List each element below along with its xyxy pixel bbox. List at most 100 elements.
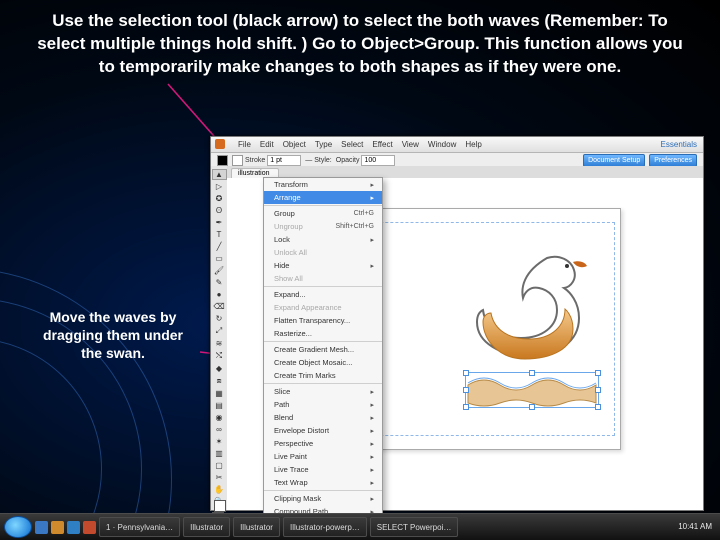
tool-blob-brush[interactable]: ● bbox=[212, 289, 227, 300]
menu-item-expand-appearance: Expand Appearance bbox=[264, 301, 382, 314]
tool-magic-wand[interactable]: ✪ bbox=[212, 193, 227, 204]
taskbar-button[interactable]: SELECT Powerpoi… bbox=[370, 517, 459, 537]
tool-paintbrush[interactable]: 🖌 bbox=[212, 265, 227, 276]
tool-scale[interactable]: ⤢ bbox=[212, 325, 227, 337]
menu-item-perspective[interactable]: Perspective ▸ bbox=[264, 437, 382, 450]
submenu-arrow-icon: ▸ bbox=[370, 479, 374, 487]
menu-item-label: Flatten Transparency... bbox=[274, 316, 350, 325]
menu-item-unlock-all: Unlock All bbox=[264, 246, 382, 259]
tool-free-transform[interactable]: ⤭ bbox=[212, 350, 227, 362]
taskbar-clock: 10:41 AM bbox=[678, 523, 716, 532]
menu-file[interactable]: File bbox=[238, 140, 251, 149]
menu-view[interactable]: View bbox=[402, 140, 419, 149]
menu-item-hide[interactable]: Hide▸ bbox=[264, 259, 382, 272]
menu-item-group[interactable]: GroupCtrl+G bbox=[264, 207, 382, 220]
quicklaunch-icon[interactable] bbox=[83, 521, 96, 534]
tool-gradient[interactable]: ▤ bbox=[212, 400, 227, 411]
menu-item-lock[interactable]: Lock▸ bbox=[264, 233, 382, 246]
tool-direct-selection[interactable]: ▷ bbox=[212, 181, 227, 192]
tool-eyedropper[interactable]: ◉ bbox=[212, 412, 227, 423]
tool-hand[interactable]: ✋ bbox=[212, 484, 227, 495]
tool-slice[interactable]: ✂ bbox=[212, 472, 227, 483]
menu-item-create-object-mosaic-[interactable]: Create Object Mosaic... bbox=[264, 356, 382, 369]
windows-taskbar: 1 · Pennsylvania…IllustratorIllustratorI… bbox=[0, 513, 720, 540]
menu-item-label: Create Object Mosaic... bbox=[274, 358, 352, 367]
menu-item-live-paint[interactable]: Live Paint▸ bbox=[264, 450, 382, 463]
workspace-switcher[interactable]: Essentials bbox=[661, 140, 697, 149]
opacity-input[interactable] bbox=[361, 155, 395, 166]
fill-swatch[interactable] bbox=[217, 155, 228, 166]
menu-item-slice[interactable]: Slice▸ bbox=[264, 385, 382, 398]
tool-width[interactable]: ≋ bbox=[212, 338, 227, 349]
menu-item-clipping-mask[interactable]: Clipping Mask ▸ bbox=[264, 492, 382, 505]
menu-window[interactable]: Window bbox=[428, 140, 456, 149]
swan-artwork[interactable] bbox=[459, 240, 599, 360]
menu-item-blend[interactable]: Blend▸ bbox=[264, 411, 382, 424]
menu-item-ungroup: Ungroup Shift+Ctrl+G bbox=[264, 220, 382, 233]
menu-item-envelope-distort[interactable]: Envelope Distort▸ bbox=[264, 424, 382, 437]
quicklaunch-icon[interactable] bbox=[67, 521, 80, 534]
quicklaunch-icon[interactable] bbox=[35, 521, 48, 534]
menu-item-label: Perspective bbox=[274, 439, 313, 448]
tool-artboard[interactable]: ▢ bbox=[212, 460, 227, 471]
shortcut-label: Shift+Ctrl+G bbox=[335, 223, 374, 230]
submenu-arrow-icon: ▸ bbox=[370, 495, 374, 503]
tool-eraser[interactable]: ⌫ bbox=[212, 301, 227, 312]
document-setup-button[interactable]: Document Setup bbox=[583, 154, 645, 167]
taskbar-button[interactable]: Illustrator-powerp… bbox=[283, 517, 367, 537]
submenu-arrow-icon: ▸ bbox=[370, 194, 374, 202]
menu-item-label: Create Trim Marks bbox=[274, 371, 336, 380]
start-button[interactable] bbox=[4, 516, 32, 538]
menu-select[interactable]: Select bbox=[341, 140, 363, 149]
tool-column-graph[interactable]: ▥ bbox=[212, 448, 227, 459]
menu-item-label: Clipping Mask bbox=[274, 494, 321, 503]
menu-help[interactable]: Help bbox=[465, 140, 481, 149]
tool-rotate[interactable]: ↻ bbox=[212, 313, 227, 324]
menu-item-rasterize-[interactable]: Rasterize... bbox=[264, 327, 382, 340]
menu-item-text-wrap[interactable]: Text Wrap▸ bbox=[264, 476, 382, 489]
menu-effect[interactable]: Effect bbox=[372, 140, 392, 149]
stroke-label: Stroke bbox=[245, 157, 265, 164]
tool-selection[interactable]: ▲ bbox=[212, 169, 227, 180]
menu-item-path[interactable]: Path▸ bbox=[264, 398, 382, 411]
menu-item-label: Blend bbox=[274, 413, 293, 422]
submenu-arrow-icon: ▸ bbox=[370, 388, 374, 396]
toolbox: ▲▷✪ʘ✒T╱▭🖌✎●⌫↻⤢≋⤭◆⧈▦▤◉∞✶▥▢✂✋🔍 bbox=[211, 166, 228, 510]
menu-item-transform[interactable]: Transform▸ bbox=[264, 178, 382, 191]
stroke-swatch[interactable] bbox=[232, 155, 243, 166]
tool-pen[interactable]: ✒ bbox=[212, 217, 227, 228]
stroke-weight-input[interactable] bbox=[267, 155, 301, 166]
object-menu-dropdown: Transform▸ Arrange ▸ GroupCtrl+G Ungroup Shif… bbox=[263, 177, 383, 540]
canvas[interactable]: Swan bbox=[227, 178, 703, 510]
menu-item-expand-[interactable]: Expand... bbox=[264, 288, 382, 301]
menu-item-create-trim-marks[interactable]: Create Trim Marks bbox=[264, 369, 382, 382]
tool-shape-builder[interactable]: ◆ bbox=[212, 363, 227, 374]
tool-rectangle[interactable]: ▭ bbox=[212, 253, 227, 264]
taskbar-button[interactable]: Illustrator bbox=[233, 517, 280, 537]
tool-perspective[interactable]: ⧈ bbox=[212, 375, 227, 387]
menu-item-arrange[interactable]: Arrange ▸ bbox=[264, 191, 382, 204]
taskbar-button[interactable]: Illustrator bbox=[183, 517, 230, 537]
tool-mesh[interactable]: ▦ bbox=[212, 388, 227, 399]
waves-selection[interactable] bbox=[465, 372, 599, 408]
tool-pencil[interactable]: ✎ bbox=[212, 277, 227, 288]
menu-edit[interactable]: Edit bbox=[260, 140, 274, 149]
menu-type[interactable]: Type bbox=[315, 140, 332, 149]
tool-line[interactable]: ╱ bbox=[212, 241, 227, 252]
taskbar-button[interactable]: 1 · Pennsylvania… bbox=[99, 517, 180, 537]
menu-item-create-gradient-mesh-[interactable]: Create Gradient Mesh... bbox=[264, 343, 382, 356]
submenu-arrow-icon: ▸ bbox=[370, 427, 374, 435]
tool-lasso[interactable]: ʘ bbox=[212, 205, 227, 216]
tool-type[interactable]: T bbox=[212, 229, 227, 240]
menu-item-label: Arrange bbox=[274, 193, 301, 202]
preferences-button[interactable]: Preferences bbox=[649, 154, 697, 167]
quicklaunch-icon[interactable] bbox=[51, 521, 64, 534]
tool-blend[interactable]: ∞ bbox=[212, 424, 227, 435]
menu-item-live-trace[interactable]: Live Trace▸ bbox=[264, 463, 382, 476]
menu-item-label: Live Paint bbox=[274, 452, 307, 461]
menu-item-flatten-transparency-[interactable]: Flatten Transparency... bbox=[264, 314, 382, 327]
menu-item-label: Ungroup bbox=[274, 222, 303, 231]
tool-symbol-sprayer[interactable]: ✶ bbox=[212, 436, 227, 447]
submenu-arrow-icon: ▸ bbox=[370, 440, 374, 448]
menu-object[interactable]: Object bbox=[283, 140, 306, 149]
